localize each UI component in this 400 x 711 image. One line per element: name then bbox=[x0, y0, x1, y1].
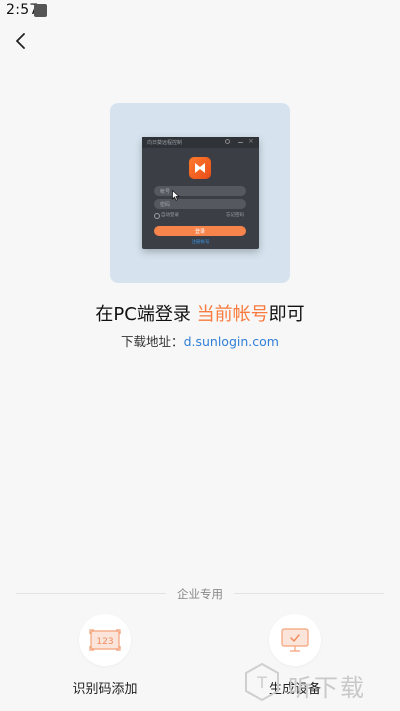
monitor-check-icon bbox=[281, 628, 309, 652]
pc-register-link: 注册帐号 bbox=[191, 240, 210, 245]
mouse-cursor-icon bbox=[172, 190, 180, 201]
enterprise-section-label: 企业专用 bbox=[166, 586, 234, 602]
notification-icon bbox=[34, 4, 47, 17]
pc-forgot-password: 忘记密码 bbox=[226, 213, 244, 218]
page-title: 在PC端登录 当前帐号即可 bbox=[0, 300, 400, 326]
minimize-icon bbox=[238, 142, 243, 143]
add-by-id-code-circle: 123 bbox=[79, 614, 131, 666]
pc-auto-login-label: 自动登录 bbox=[161, 213, 179, 218]
pc-account-placeholder: 帐号 bbox=[160, 189, 171, 195]
pc-login-button: 登录 bbox=[154, 226, 246, 236]
settings-icon bbox=[225, 139, 230, 144]
id-code-icon: 123 bbox=[89, 629, 121, 651]
close-icon: × bbox=[248, 137, 254, 145]
pc-login-label: 登录 bbox=[194, 229, 205, 235]
headline-prefix: 在PC端登录 bbox=[95, 304, 197, 325]
add-by-id-code-label: 识别码添加 bbox=[72, 682, 138, 697]
pc-client-window: 向日葵远程控制 × 帐号 密码 自动登录 忘记密码 登录 注册帐号 bbox=[142, 137, 259, 249]
watermark-logo-icon: T bbox=[245, 662, 279, 702]
pc-login-illustration: 向日葵远程控制 × 帐号 密码 自动登录 忘记密码 登录 注册帐号 bbox=[110, 103, 290, 283]
headline-suffix: 即可 bbox=[268, 304, 305, 325]
download-link[interactable]: d.sunlogin.com bbox=[184, 334, 279, 349]
download-label: 下载地址： bbox=[121, 334, 184, 349]
pc-auto-login-checkbox bbox=[154, 213, 160, 219]
id-code-icon-text: 123 bbox=[96, 637, 113, 647]
watermark: T 听下载 bbox=[242, 660, 392, 706]
pc-window-title: 向日葵远程控制 bbox=[147, 140, 183, 146]
back-button[interactable] bbox=[8, 28, 34, 54]
pc-titlebar: 向日葵远程控制 × bbox=[142, 137, 259, 148]
generate-device-circle bbox=[269, 614, 321, 666]
pc-password-placeholder: 密码 bbox=[160, 202, 171, 208]
pc-account-field: 帐号 bbox=[154, 186, 246, 196]
chevron-left-icon bbox=[16, 33, 25, 49]
pc-password-field: 密码 bbox=[154, 199, 246, 209]
headline-accent: 当前帐号 bbox=[196, 304, 269, 325]
download-address: 下载地址：d.sunlogin.com bbox=[0, 331, 400, 350]
watermark-text: 听下载 bbox=[288, 674, 366, 702]
sunlogin-logo-icon bbox=[189, 157, 211, 179]
status-bar: 2:57 bbox=[0, 0, 400, 22]
add-by-id-code-button[interactable]: 123 识别码添加 bbox=[55, 614, 155, 697]
svg-text:T: T bbox=[256, 673, 267, 692]
